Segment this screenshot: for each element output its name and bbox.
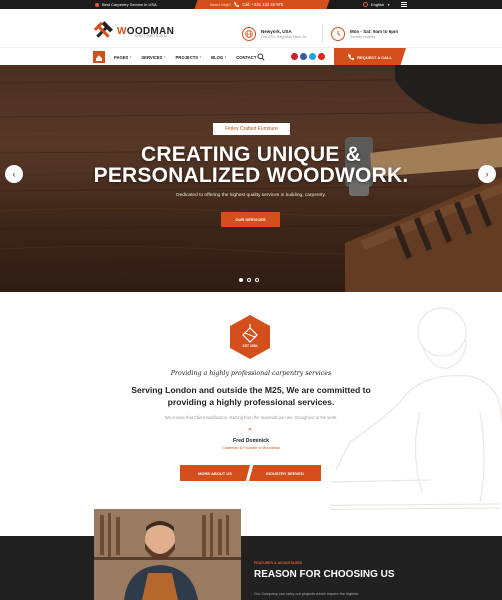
request-call-button[interactable]: REQUEST A CALL — [334, 48, 406, 66]
founder-name: Fred Dominick — [232, 438, 270, 444]
phone-icon — [348, 54, 355, 60]
slider-dot[interactable] — [255, 278, 259, 282]
divider-icon: ✕ — [248, 427, 253, 433]
top-tagline-text: Best Carpentry Service in USA. — [102, 2, 158, 7]
slider-pagination — [239, 278, 259, 282]
chevron-down-icon: ▾ — [163, 55, 166, 59]
top-tagline: Best Carpentry Service in USA. — [95, 0, 158, 9]
carpenter-photo — [94, 509, 241, 600]
nav-item-pages[interactable]: PAGES ▾ — [114, 55, 131, 60]
location-title: Newyork, USA — [261, 28, 292, 34]
nav-item-contact[interactable]: CONTACT — [236, 55, 256, 60]
nav-item-label: CONTACT — [236, 54, 257, 60]
industry-served-button[interactable]: INDUSTRY SERVED — [249, 465, 321, 481]
slider-dot[interactable] — [239, 278, 243, 282]
hero-slider: Finley Crafted Furniture CREATING UNIQUE… — [0, 65, 502, 292]
chevron-down-icon: ▾ — [224, 55, 227, 59]
hamburger-menu-icon[interactable] — [401, 2, 407, 7]
location-info: Newyork, USA Flat 20/1, Reynolds Neck St… — [242, 25, 323, 43]
need-help-label: Need Help? — [210, 2, 232, 7]
established-text: EST 1994 — [242, 344, 258, 348]
search-icon[interactable] — [257, 53, 265, 61]
established-badge: EST 1994 — [230, 315, 270, 359]
youtube-icon[interactable] — [318, 53, 325, 60]
language-label: English — [371, 2, 385, 7]
about-lead-text: Serving London and outside the M25, We a… — [131, 385, 371, 407]
top-bar: Best Carpentry Service in USA. Need Help… — [0, 0, 502, 9]
about-script-heading: Providing a highly professional carpentr… — [170, 370, 332, 377]
chevron-down-icon: ▾ — [199, 55, 202, 59]
chevron-down-icon: ▼ — [387, 2, 391, 7]
hammer-saw-icon — [93, 21, 113, 38]
home-button[interactable] — [93, 51, 105, 63]
founder-role: Chairman & Founder of Woodman — [222, 446, 280, 450]
main-nav: PAGES ▾ SERVICES ▾ PROJECTS ▾ BLOG ▾ CONTACT REQ… — [0, 47, 502, 66]
site-logo[interactable]: WOODMAN DON'T JUST BUILD... — [93, 21, 174, 41]
globe-icon — [363, 2, 368, 7]
more-about-us-button[interactable]: MORE ABOUT US — [180, 465, 250, 481]
our-services-button[interactable]: OUR SERVICES — [221, 212, 280, 227]
nav-item-label: PAGES — [114, 54, 129, 60]
reasons-body: Our Company can carry out projects which… — [254, 592, 359, 596]
site-header: WOODMAN DON'T JUST BUILD... Newyork, USA… — [0, 9, 502, 47]
twitter-icon[interactable] — [309, 53, 316, 60]
hero-headline-line-2: PERSONALIZED WOODWORK. — [93, 164, 409, 187]
hero-subtitle: Dedicated to offering the highest qualit… — [176, 193, 326, 198]
phone-number: Call: +321 123 45 978 — [242, 2, 284, 7]
about-note-text: We ensure that Client satisfaction, star… — [164, 415, 338, 420]
reasons-title: REASON FOR CHOOSING US — [254, 569, 395, 580]
nav-item-label: BLOG — [211, 54, 224, 60]
language-selector[interactable]: English ▼ — [363, 0, 390, 9]
slider-prev-arrow-icon[interactable]: ‹ — [5, 165, 23, 183]
location-address: Flat 20/1, Reynolds Neck Str. — [261, 35, 308, 40]
social-links — [291, 53, 325, 60]
about-section: EST 1994 Providing a highly professional… — [0, 292, 502, 510]
facebook-icon[interactable] — [300, 53, 307, 60]
hours-title: Mon - Sat: 9am to 6pm — [350, 28, 399, 34]
slider-next-arrow-icon[interactable]: › — [478, 165, 496, 183]
carpentry-icon — [242, 324, 258, 343]
header-divider — [322, 25, 323, 43]
reasons-section: FEATURES & ADVANTAGES REASON FOR CHOOSIN… — [0, 536, 502, 600]
home-icon — [96, 55, 102, 61]
nav-menu: PAGES ▾ SERVICES ▾ PROJECTS ▾ BLOG ▾ CONTACT — [114, 48, 256, 66]
chevron-down-icon: ▾ — [129, 55, 132, 59]
pinterest-icon[interactable] — [291, 53, 298, 60]
nav-item-projects[interactable]: PROJECTS ▾ — [176, 55, 202, 60]
hero-badge: Finley Crafted Furniture — [213, 123, 290, 135]
reasons-label: FEATURES & ADVANTAGES — [254, 561, 303, 565]
nav-item-services[interactable]: SERVICES ▾ — [141, 55, 165, 60]
nav-item-label: SERVICES — [141, 54, 163, 60]
bullet-icon — [95, 2, 99, 7]
location-globe-icon — [242, 27, 256, 41]
clock-icon — [331, 27, 345, 41]
nav-item-label: PROJECTS — [175, 54, 199, 60]
help-phone[interactable]: Need Help? Call: +321 123 45 978 — [210, 0, 283, 9]
hours-info: Mon - Sat: 9am to 6pm Sunday Holiday — [331, 27, 398, 41]
logo-tagline: DON'T JUST BUILD... — [135, 34, 170, 38]
nav-item-blog[interactable]: BLOG ▾ — [211, 55, 226, 60]
request-call-label: REQUEST A CALL — [357, 54, 392, 60]
slider-dot[interactable] — [247, 278, 251, 282]
phone-icon — [234, 2, 240, 7]
hours-sub: Sunday Holiday — [350, 35, 376, 40]
